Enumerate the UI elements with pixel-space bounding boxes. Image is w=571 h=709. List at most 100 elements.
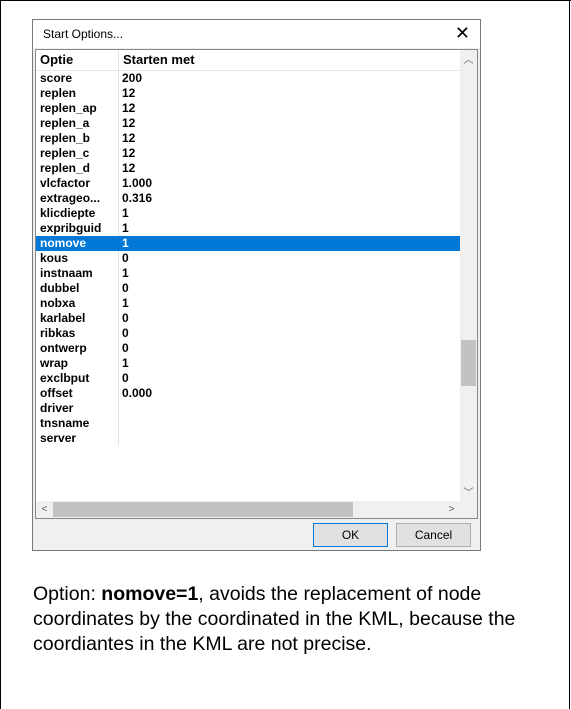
list-item[interactable]: replen_c 12 — [36, 146, 460, 161]
list-item[interactable]: offset 0.000 — [36, 386, 460, 401]
dialog-title: Start Options... — [43, 27, 124, 41]
list-item[interactable]: exclbput 0 — [36, 371, 460, 386]
option-name: extrageo... — [40, 191, 101, 205]
column-separator — [118, 296, 119, 311]
scroll-right-icon[interactable]: > — [443, 501, 460, 518]
option-name: kous — [40, 251, 69, 265]
scroll-left-icon[interactable]: < — [36, 501, 53, 518]
column-separator — [118, 191, 119, 206]
option-name: replen_ap — [40, 101, 97, 115]
list-item[interactable]: vlcfactor 1.000 — [36, 176, 460, 191]
column-separator — [118, 71, 119, 86]
list-item[interactable]: expribguid 1 — [36, 221, 460, 236]
option-name: offset — [40, 386, 73, 400]
option-name: replen_d — [40, 161, 91, 175]
option-name: exclbput — [40, 371, 90, 385]
options-list[interactable]: Optie Starten met score 200 replen 12 replen… — [35, 49, 478, 519]
list-rows: score 200 replen 12 replen_ap 12 replen_a 12 rep… — [36, 71, 460, 446]
option-name: driver — [40, 401, 74, 415]
list-item[interactable]: karlabel 0 — [36, 311, 460, 326]
list-item[interactable]: replen_b 12 — [36, 131, 460, 146]
column-separator — [118, 116, 119, 131]
option-value: 1 — [122, 206, 129, 220]
option-name: replen_c — [40, 146, 90, 160]
column-separator — [118, 416, 119, 431]
column-separator — [118, 221, 119, 236]
option-value: 12 — [122, 161, 136, 175]
list-item[interactable]: ribkas 0 — [36, 326, 460, 341]
vertical-scroll-thumb[interactable] — [461, 340, 476, 386]
column-separator — [118, 371, 119, 386]
list-item[interactable]: tnsname — [36, 416, 460, 431]
list-item[interactable]: ontwerp 0 — [36, 341, 460, 356]
list-item[interactable]: dubbel 0 — [36, 281, 460, 296]
vertical-scrollbar[interactable]: ︿ ﹀ — [460, 50, 477, 502]
option-value: 1.000 — [122, 176, 153, 190]
column-separator — [118, 401, 119, 416]
option-name: wrap — [40, 356, 69, 370]
list-item[interactable]: wrap 1 — [36, 356, 460, 371]
option-name: dubbel — [40, 281, 80, 295]
option-value: 1 — [122, 236, 129, 250]
list-item[interactable]: driver — [36, 401, 460, 416]
scroll-down-icon[interactable]: ﹀ — [460, 485, 477, 502]
list-item[interactable]: replen_d 12 — [36, 161, 460, 176]
option-name: nomove — [40, 236, 87, 250]
column-header-starten-met[interactable]: Starten met — [119, 50, 460, 70]
list-item[interactable]: instnaam 1 — [36, 266, 460, 281]
option-value: 0 — [122, 371, 129, 385]
ok-button[interactable]: OK — [313, 523, 388, 547]
list-item[interactable]: replen_a 12 — [36, 116, 460, 131]
option-value: 0 — [122, 341, 129, 355]
option-name: ribkas — [40, 326, 76, 340]
option-name: ontwerp — [40, 341, 87, 355]
list-item[interactable]: klicdiepte 1 — [36, 206, 460, 221]
column-header-optie[interactable]: Optie — [36, 50, 119, 70]
option-name: expribguid — [40, 221, 102, 235]
option-name: klicdiepte — [40, 206, 96, 220]
caption-prefix: Option: — [33, 583, 102, 605]
scroll-up-icon[interactable]: ︿ — [460, 52, 477, 69]
cancel-button[interactable]: Cancel — [396, 523, 471, 547]
option-name: replen — [40, 86, 77, 100]
list-item[interactable]: nobxa 1 — [36, 296, 460, 311]
option-value: 1 — [122, 266, 129, 280]
list-item[interactable]: nomove 1 — [36, 236, 460, 251]
caption-text: Option: nomove=1, avoids the replacement… — [33, 582, 558, 657]
option-name: karlabel — [40, 311, 86, 325]
column-separator — [118, 131, 119, 146]
option-value: 0.316 — [122, 191, 153, 205]
column-separator — [118, 386, 119, 401]
horizontal-scrollbar[interactable]: < > — [36, 501, 460, 518]
column-separator — [118, 266, 119, 281]
column-separator — [118, 161, 119, 176]
caption-option: nomove=1 — [101, 583, 199, 605]
start-options-dialog: Start Options... ✕ Optie Starten met sco… — [32, 19, 481, 551]
column-separator — [118, 101, 119, 116]
option-value: 1 — [122, 221, 129, 235]
list-item[interactable]: score 200 — [36, 71, 460, 86]
column-separator — [118, 176, 119, 191]
option-value: 0 — [122, 281, 129, 295]
list-item[interactable]: kous 0 — [36, 251, 460, 266]
column-separator — [118, 236, 119, 251]
horizontal-scroll-thumb[interactable] — [53, 502, 353, 517]
column-separator — [118, 86, 119, 101]
option-name: tnsname — [40, 416, 90, 430]
option-value: 200 — [122, 71, 143, 85]
option-name: replen_a — [40, 116, 90, 130]
title-bar: Start Options... ✕ — [33, 20, 480, 48]
list-item[interactable]: replen_ap 12 — [36, 101, 460, 116]
close-icon[interactable]: ✕ — [455, 23, 470, 44]
column-separator — [118, 431, 119, 446]
option-value: 12 — [122, 116, 136, 130]
list-item[interactable]: server — [36, 431, 460, 446]
option-name: nobxa — [40, 296, 76, 310]
option-value: 12 — [122, 146, 136, 160]
option-name: score — [40, 71, 73, 85]
column-separator — [118, 311, 119, 326]
option-value: 0 — [122, 311, 129, 325]
list-item[interactable]: replen 12 — [36, 86, 460, 101]
list-item[interactable]: extrageo... 0.316 — [36, 191, 460, 206]
column-separator — [118, 326, 119, 341]
